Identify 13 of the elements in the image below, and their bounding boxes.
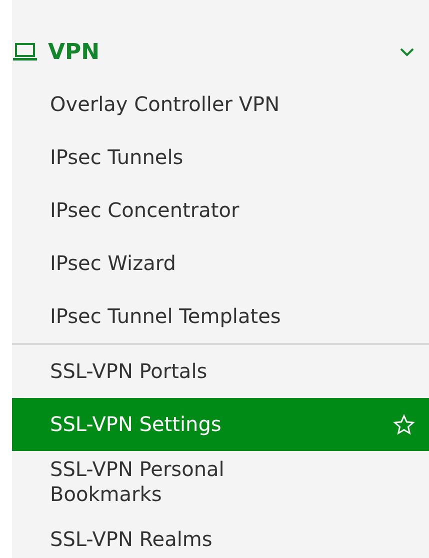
menu-item[interactable]: SSL-VPN Settings — [12, 398, 429, 451]
menu-item[interactable]: IPsec Concentrator — [12, 184, 429, 237]
menu-item[interactable]: IPsec Wizard — [12, 237, 429, 290]
menu-item[interactable]: SSL-VPN Personal Bookmarks — [12, 451, 429, 513]
menu-item[interactable]: SSL-VPN Portals — [12, 345, 429, 398]
laptop-icon — [12, 42, 38, 62]
menu-item[interactable]: Overlay Controller VPN — [12, 78, 429, 131]
menu-item[interactable]: IPsec Tunnel Templates — [12, 290, 429, 343]
menu-item[interactable]: IPsec Tunnels — [12, 131, 429, 184]
menu-title[interactable]: VPN — [48, 40, 399, 64]
star-icon[interactable] — [393, 414, 415, 436]
menu-item[interactable]: SSL-VPN Realms — [12, 513, 429, 558]
chevron-icon[interactable] — [399, 46, 415, 58]
